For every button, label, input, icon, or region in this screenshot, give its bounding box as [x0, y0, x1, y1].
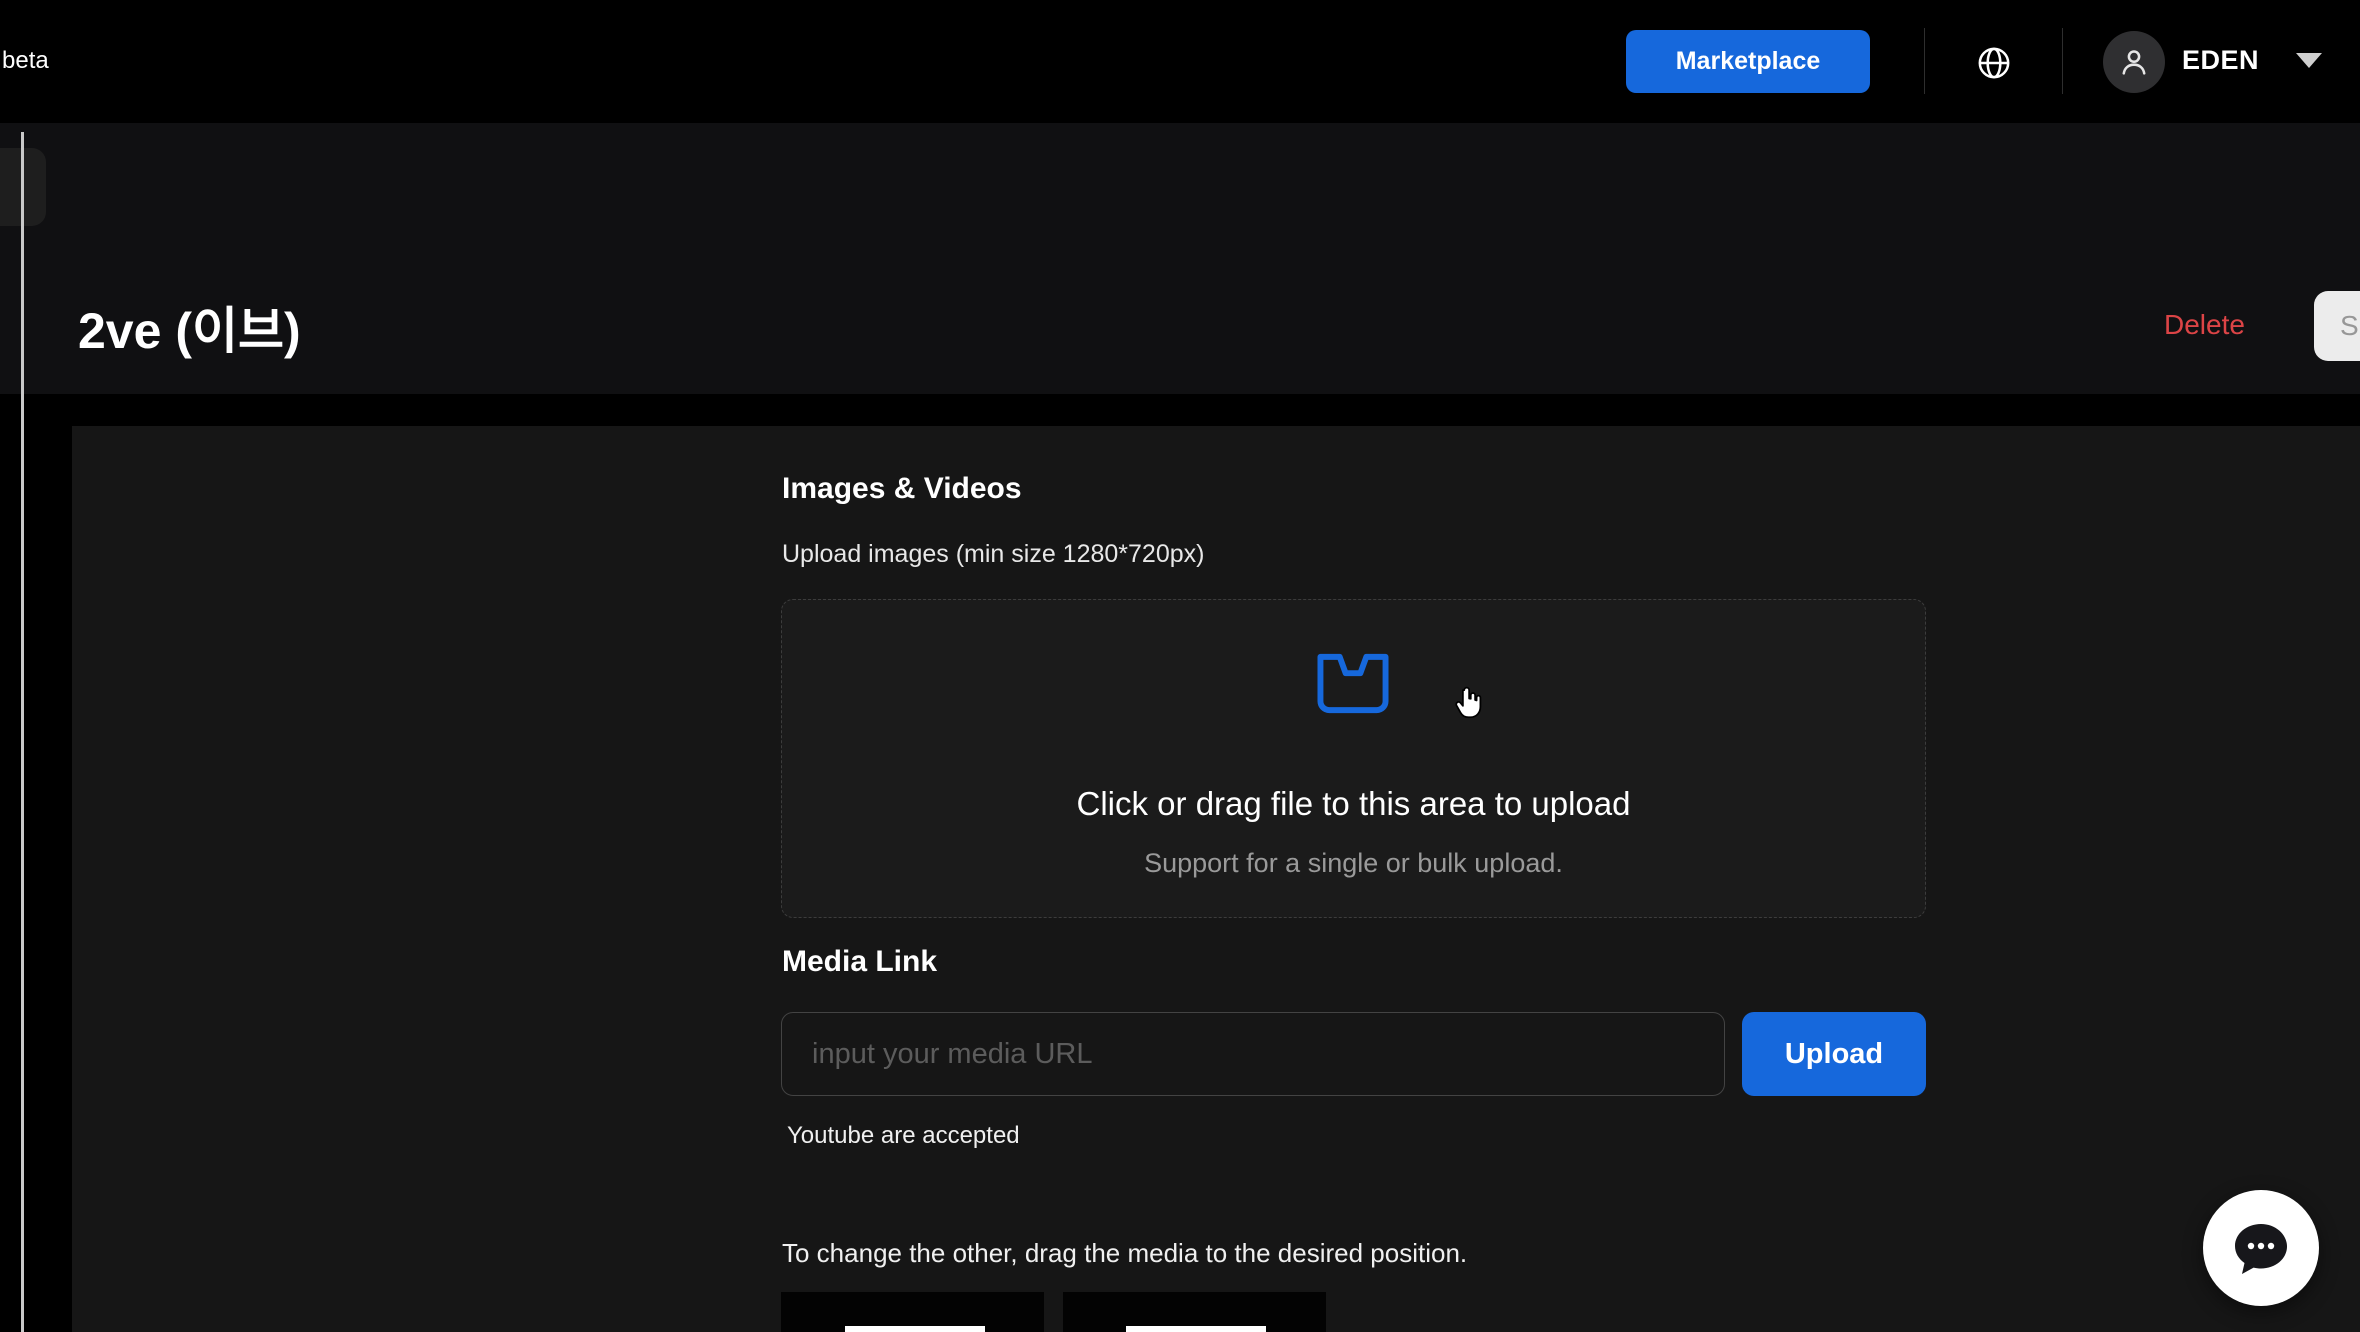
thumbnail-progress-bar: [845, 1326, 985, 1332]
user-avatar[interactable]: [2103, 31, 2165, 93]
topbar-divider: [1924, 28, 1925, 94]
url-accepted-note: Youtube are accepted: [787, 1122, 1020, 1150]
inbox-icon: [1313, 648, 1393, 724]
chat-support-button[interactable]: [2203, 1190, 2319, 1306]
media-link-heading: Media Link: [782, 945, 937, 979]
media-url-input[interactable]: [781, 1012, 1725, 1096]
username-label[interactable]: EDEN: [2182, 45, 2259, 76]
language-globe-button[interactable]: [1972, 41, 2016, 85]
header-band: 2ve (이브) Delete S Overview 2 Description…: [0, 123, 2360, 394]
left-edge-divider: [21, 132, 24, 1332]
delete-button[interactable]: Delete: [2164, 309, 2245, 341]
topbar-divider: [2062, 28, 2063, 94]
upload-size-hint: Upload images (min size 1280*720px): [782, 540, 1204, 569]
page-title: 2ve (이브): [78, 291, 301, 363]
top-bar: beta Marketplace EDEN: [0, 0, 2360, 123]
save-button-partial[interactable]: S: [2314, 291, 2360, 361]
dropzone-subtitle: Support for a single or bulk upload.: [781, 848, 1926, 879]
marketplace-button[interactable]: Marketplace: [1626, 30, 1870, 93]
user-icon: [2117, 45, 2151, 79]
thumbnail-progress-bar: [1126, 1326, 1266, 1332]
logo-text-fragment: beta: [2, 47, 49, 75]
globe-icon: [1973, 42, 2015, 84]
media-thumbnail[interactable]: [1063, 1292, 1326, 1332]
chevron-down-icon[interactable]: [2296, 53, 2322, 68]
dropzone-title: Click or drag file to this area to uploa…: [781, 785, 1926, 823]
media-thumbnail[interactable]: [781, 1292, 1044, 1332]
images-videos-heading: Images & Videos: [782, 472, 1022, 506]
app-root: beta Marketplace EDEN 2ve (이브) Delete S: [0, 0, 2360, 1332]
upload-button[interactable]: Upload: [1742, 1012, 1926, 1096]
drag-reorder-note: To change the other, drag the media to t…: [782, 1238, 1467, 1269]
chat-bubble-icon: [2229, 1216, 2293, 1280]
